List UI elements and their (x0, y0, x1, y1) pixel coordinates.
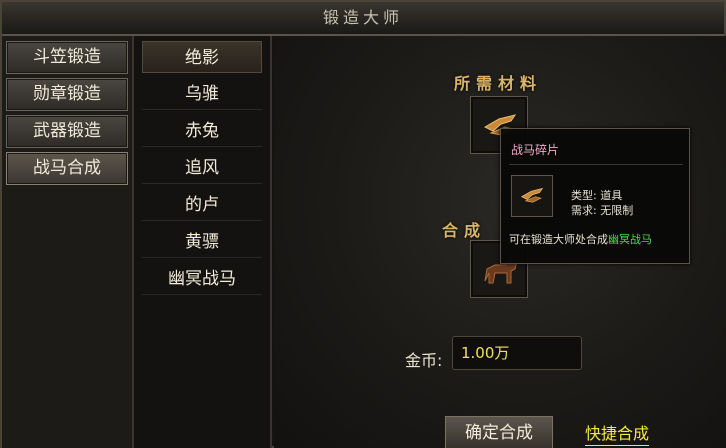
horse-item-youming[interactable]: 幽冥战马 (142, 263, 262, 295)
title-bar[interactable]: 锻造大师 (2, 2, 724, 36)
category-horse-synthesis[interactable]: 战马合成 (6, 152, 128, 185)
gold-label: 金币: (405, 351, 443, 370)
category-medal-forge[interactable]: 勋章锻造 (6, 78, 128, 111)
tooltip-item-name: 战马碎片 (511, 143, 560, 157)
result-heading: 合成 (442, 221, 487, 240)
materials-heading: 所需材料 (454, 74, 543, 93)
horse-item-jueying[interactable]: 绝影 (142, 41, 262, 73)
quick-synthesis-link[interactable]: 快捷合成 (585, 420, 650, 446)
horse-item-huangbiao[interactable]: 黄骠 (142, 226, 262, 258)
horse-item-wuzhui[interactable]: 乌骓 (142, 78, 262, 110)
horse-list-panel: 绝影 乌骓 赤兔 追风 的卢 黄骠 幽冥战马 (134, 36, 272, 448)
confirm-synthesis-button[interactable]: 确定合成 (445, 416, 553, 448)
tooltip-desc-text: 可在锻造大师处合成 (509, 233, 608, 246)
tooltip-description: 可在锻造大师处合成幽冥战马 (509, 231, 652, 247)
horse-item-chitu[interactable]: 赤兔 (142, 115, 262, 147)
window-title: 锻造大师 (322, 8, 403, 27)
horse-item-zhuifeng[interactable]: 追风 (142, 152, 262, 184)
tooltip-divider (509, 164, 683, 165)
category-weapon-forge[interactable]: 武器锻造 (6, 115, 128, 148)
forge-master-window: 锻造大师 斗笠锻造 勋章锻造 武器锻造 战马合成 绝影 乌骓 赤兔 追风 的卢 … (0, 0, 726, 448)
horse-item-dilu[interactable]: 的卢 (142, 189, 262, 221)
horse-fragment-icon (520, 187, 544, 203)
tooltip-item-icon (511, 175, 553, 217)
tooltip-type: 类型: 道具 (571, 189, 623, 202)
item-tooltip: 战马碎片 类型: 道具 需求: 无限制 可在锻造大师处合成幽冥战马 (500, 128, 690, 264)
category-hat-forge[interactable]: 斗笠锻造 (6, 41, 128, 74)
gold-cost-field: 1.00万 (452, 336, 582, 370)
category-panel: 斗笠锻造 勋章锻造 武器锻造 战马合成 (2, 36, 134, 448)
tooltip-desc-highlight: 幽冥战马 (608, 233, 652, 246)
tooltip-requirement: 需求: 无限制 (571, 204, 634, 217)
